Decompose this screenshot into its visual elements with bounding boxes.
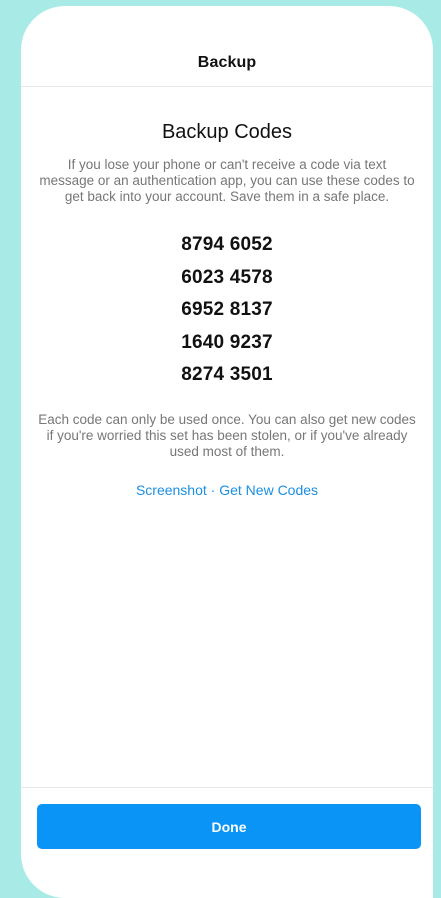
intro-text: If you lose your phone or can't receive … — [39, 157, 415, 204]
backup-code: 1640 9237 — [181, 331, 273, 353]
backup-code: 6952 8137 — [181, 299, 273, 320]
backup-code: 8274 3501 — [181, 364, 273, 385]
done-button[interactable]: Done — [37, 804, 421, 849]
header-bar: Backup — [21, 6, 433, 87]
link-separator: · — [206, 481, 220, 498]
code-list: 8794 6052 6023 4578 6952 8137 1640 9237 … — [21, 229, 433, 392]
screenshot-link[interactable]: Screenshot — [136, 482, 207, 498]
page-title: Backup — [197, 54, 257, 71]
section-title: Backup Codes — [161, 121, 293, 143]
usage-note: Each code can only be used once. You can… — [38, 411, 416, 459]
backup-code: 8794 6052 — [181, 234, 273, 255]
backup-content: Backup Codes If you lose your phone or c… — [21, 121, 433, 498]
footer-divider — [21, 787, 433, 788]
get-new-codes-link[interactable]: Get New Codes — [219, 482, 318, 498]
phone-screen: Backup Backup Codes If you lose your pho… — [21, 6, 433, 898]
backup-code: 6023 4578 — [181, 266, 273, 288]
action-links: Screenshot · Get New Codes — [21, 482, 433, 498]
